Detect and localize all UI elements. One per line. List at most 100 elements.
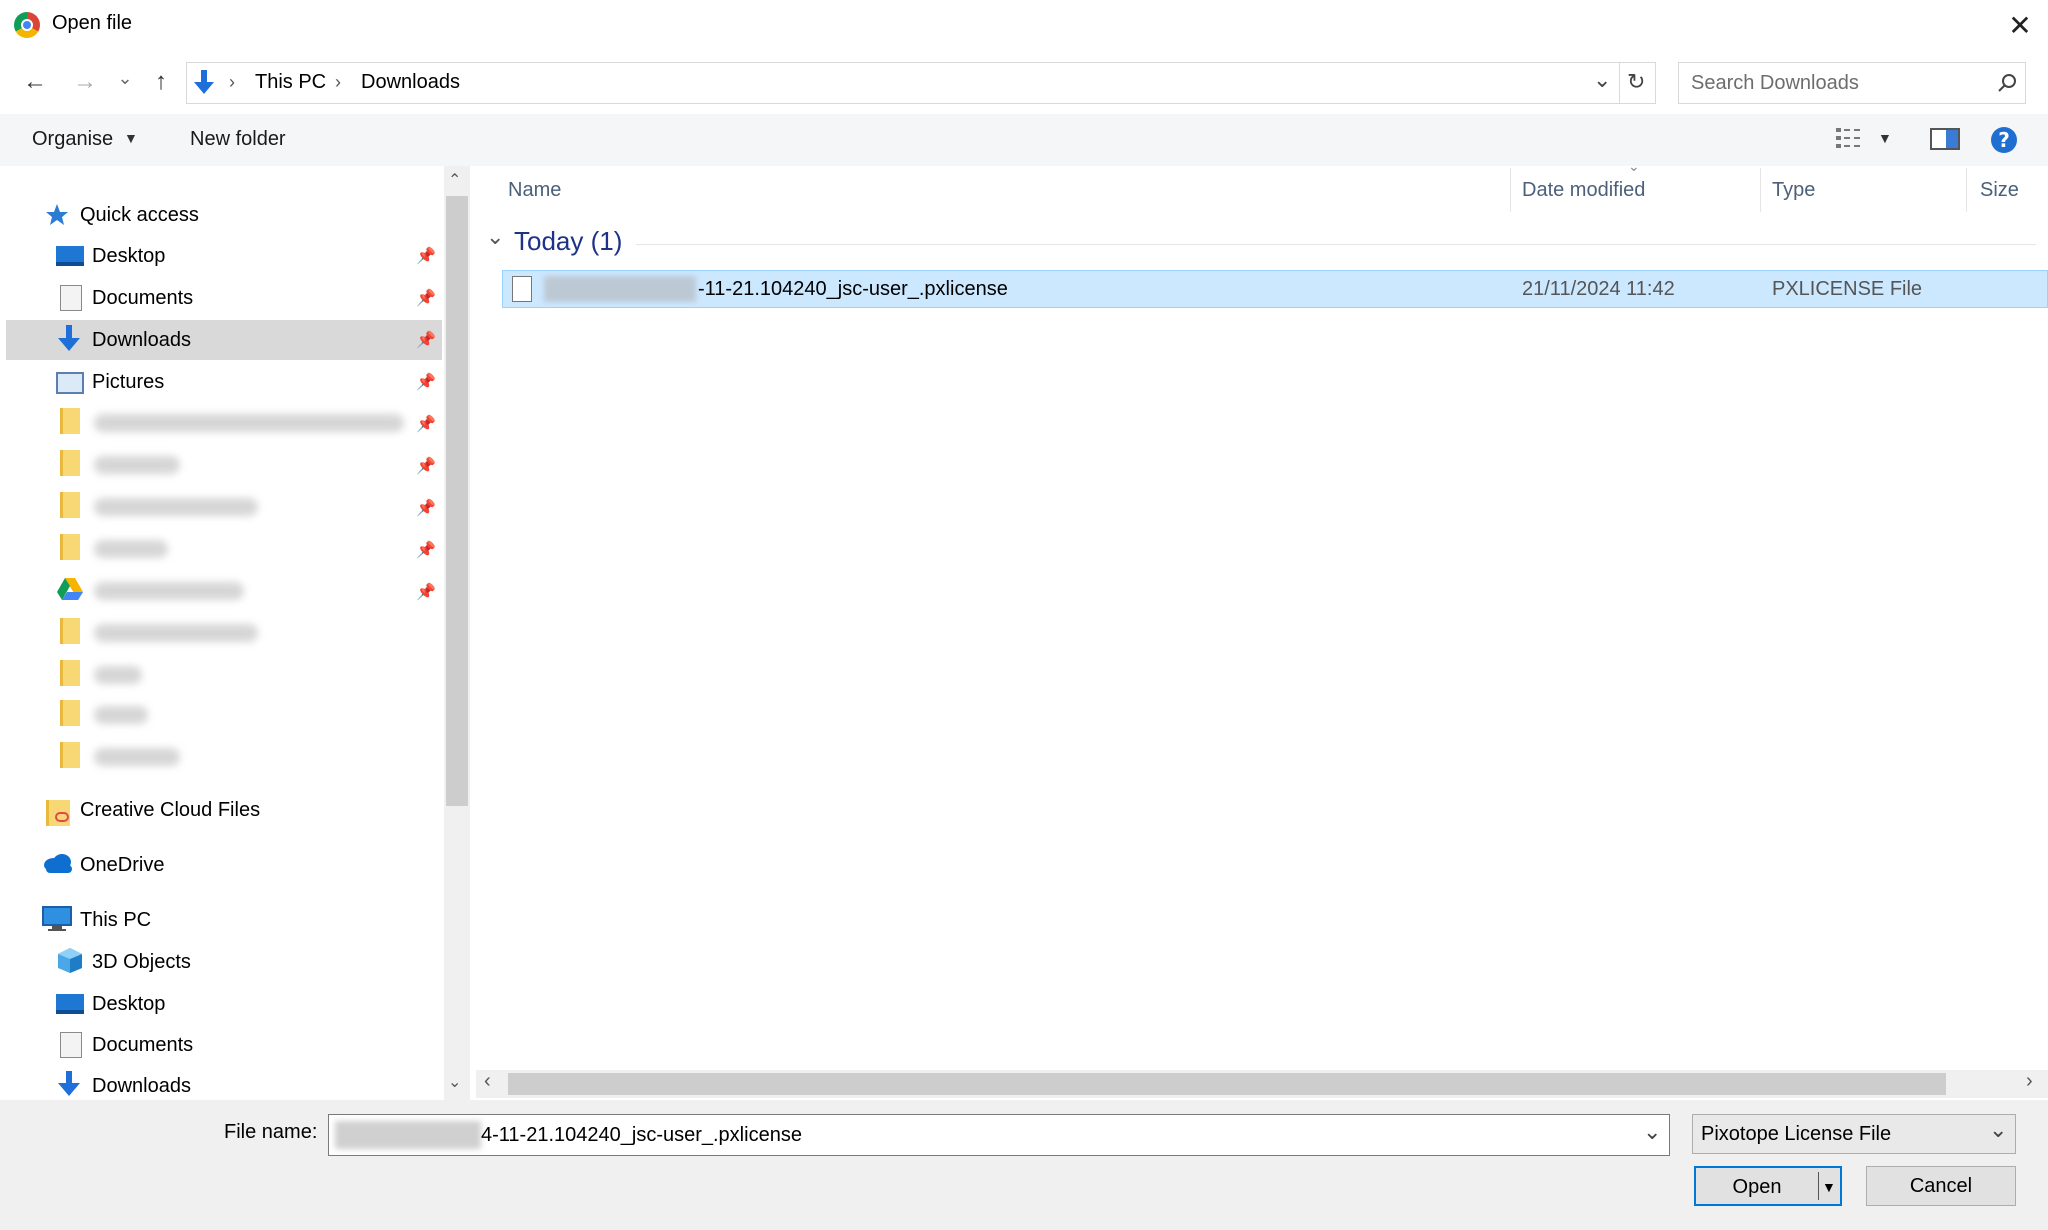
pin-icon: 📌 [416,290,436,307]
file-type: PXLICENSE File [1772,278,1923,300]
folder-icon [60,492,80,518]
column-header-type[interactable]: Type [1772,168,1815,212]
downloads-icon [58,325,80,351]
command-bar [0,114,2048,166]
folder-icon [60,618,80,644]
folder-icon [60,450,80,476]
sidebar-scrollbar-thumb[interactable] [446,196,468,806]
breadcrumb-downloads[interactable]: Downloads [361,71,460,94]
close-button[interactable]: ✕ [2000,8,2040,44]
svg-text:?: ? [1998,128,2010,152]
help-icon[interactable]: ? [1990,126,2018,154]
sidebar-item-quick-access[interactable]: Quick access [80,195,199,235]
redacted-file-prefix [544,276,696,302]
sidebar-item-creative-cloud[interactable]: Creative Cloud Files [80,790,260,830]
scroll-right-arrow-icon[interactable]: › [2026,1070,2033,1093]
redacted-folder-name [94,706,148,724]
pin-icon: 📌 [416,416,436,433]
downloads-icon [194,70,214,94]
column-header-name[interactable]: Name [508,168,561,212]
search-input[interactable]: Search Downloads [1678,62,2026,104]
cancel-button[interactable]: Cancel [1866,1166,2016,1206]
file-icon [512,276,532,302]
view-dropdown-icon[interactable]: ▼ [1878,130,1892,146]
breadcrumb-separator: › [335,72,341,92]
preview-pane-icon[interactable] [1930,128,1960,150]
open-button-label: Open [1732,1176,1782,1198]
caret-down-icon: ▼ [124,130,138,146]
file-name-input[interactable]: 4-11-21.104240_jsc-user_.pxlicense ⌄ [328,1114,1670,1156]
pictures-icon [56,372,84,394]
scroll-left-arrow-icon[interactable]: ‹ [484,1070,491,1093]
forward-button[interactable]: → [70,56,100,108]
sidebar-item-3d-objects[interactable]: 3D Objects [92,942,191,982]
divider [1818,1172,1819,1200]
group-title-today[interactable]: Today (1) [514,226,622,257]
sidebar-item-downloads[interactable]: Downloads [92,320,191,360]
folder-icon [60,660,80,686]
file-name-label: File name: [224,1121,318,1143]
pin-icon: 📌 [416,584,436,601]
scroll-down-arrow-icon[interactable]: ⌄ [448,1072,461,1092]
google-drive-icon [57,578,83,600]
chevron-down-icon[interactable]: ⌄ [1643,1119,1661,1145]
sidebar-item-this-pc-documents[interactable]: Documents [92,1025,193,1065]
organise-button[interactable]: Organise [32,128,113,151]
breadcrumb-separator: › [229,72,235,92]
column-separator [1966,168,1967,212]
back-button[interactable]: ← [20,56,50,108]
redacted-file-name-prefix [335,1121,481,1149]
chevron-down-icon: ⌄ [1989,1117,2008,1142]
redacted-folder-name [94,666,142,684]
file-date-modified: 21/11/2024 11:42 [1522,278,1675,300]
open-button[interactable]: Open ▼ [1694,1166,1842,1206]
column-separator [1510,168,1511,212]
column-header-size[interactable]: Size [1980,168,2019,212]
search-placeholder: Search Downloads [1691,72,1859,94]
up-button[interactable]: ↑ [146,56,176,108]
quick-access-star-icon [46,204,68,225]
group-divider [636,244,2036,245]
sidebar-item-this-pc[interactable]: This PC [80,900,151,940]
onedrive-cloud-icon [44,854,72,873]
sidebar-item-documents[interactable]: Documents [92,278,193,318]
file-name: -11-21.104240_jsc-user_.pxlicense [698,278,1008,300]
open-options-arrow-icon[interactable]: ▼ [1822,1168,1836,1206]
sidebar-item-desktop[interactable]: Desktop [92,236,165,276]
pin-icon: 📌 [416,542,436,559]
sidebar-item-this-pc-desktop[interactable]: Desktop [92,984,165,1024]
chevron-down-icon[interactable]: ⌄ [1593,67,1611,93]
recent-locations-button[interactable]: ⌄ [114,52,136,104]
sidebar-item-pictures[interactable]: Pictures [92,362,164,402]
redacted-folder-name [94,748,180,766]
chrome-logo-icon [14,12,40,38]
cloud-folder-icon [60,534,80,560]
desktop-icon [56,246,84,266]
file-type-value: Pixotope License File [1701,1123,1892,1145]
file-name-value: 4-11-21.104240_jsc-user_.pxlicense [481,1124,802,1146]
redacted-folder-name [94,414,404,432]
desktop-icon [56,994,84,1014]
redacted-folder-name [94,624,258,642]
window-title: Open file [52,12,133,34]
sidebar-item-onedrive[interactable]: OneDrive [80,845,164,885]
new-folder-button[interactable]: New folder [190,128,286,151]
divider [1619,63,1620,103]
group-collapse-chevron-icon[interactable]: ⌄ [486,224,504,250]
file-type-select[interactable]: Pixotope License File ⌄ [1692,1114,2016,1154]
pin-icon: 📌 [416,458,436,475]
documents-icon [60,1032,82,1058]
column-header-date-modified[interactable]: Date modified [1522,168,1645,212]
scroll-up-arrow-icon[interactable]: ⌃ [448,170,461,190]
address-bar[interactable]: › This PC › Downloads ⌄ ↻ [186,62,1656,104]
file-list-scrollbar-thumb[interactable] [508,1073,1946,1095]
downloads-icon [58,1071,80,1096]
creative-cloud-folder-icon [46,800,70,826]
breadcrumb-this-pc[interactable]: This PC [255,71,326,94]
folder-icon [60,742,80,768]
pin-icon: 📌 [416,374,436,391]
view-options-icon[interactable] [1834,126,1864,150]
search-icon [1998,74,2016,92]
refresh-button[interactable]: ↻ [1627,69,1645,95]
pin-icon: 📌 [416,500,436,517]
